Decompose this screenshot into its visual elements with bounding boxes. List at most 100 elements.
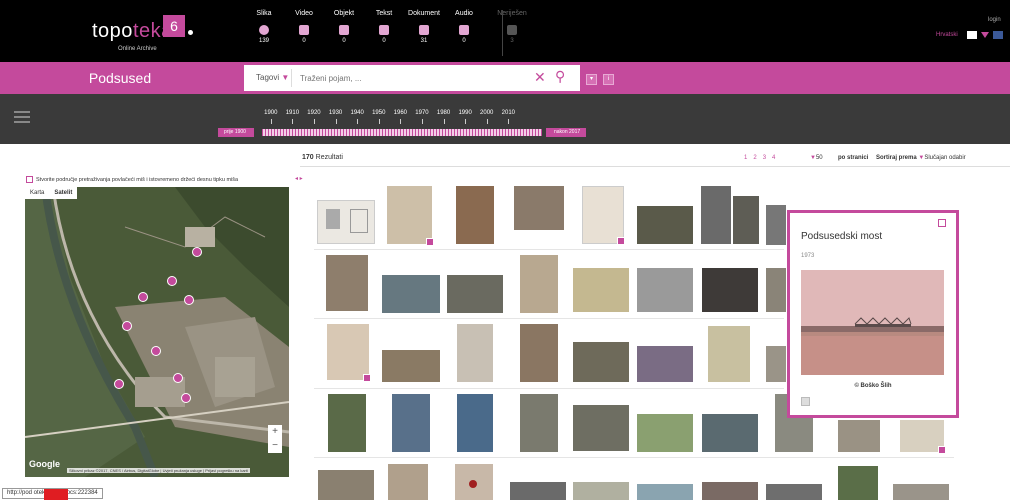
search-icon[interactable]: ⚲ bbox=[555, 68, 565, 85]
language-selector[interactable]: Hrvatski bbox=[936, 32, 958, 38]
result-thumbnail[interactable] bbox=[708, 326, 750, 382]
result-thumbnail[interactable] bbox=[392, 394, 430, 452]
timeline-year[interactable]: 1910 bbox=[282, 110, 304, 124]
preview-popup[interactable]: Podsusedski most 1973 © Boško Šlih bbox=[787, 210, 959, 418]
type-filter-object[interactable]: Objekt 0 bbox=[324, 10, 364, 60]
map-attribution[interactable]: Slikovni prikaz ©2017, CNES / Airbus, Di… bbox=[67, 468, 250, 473]
result-thumbnail[interactable] bbox=[766, 268, 786, 312]
result-thumbnail[interactable] bbox=[766, 484, 822, 500]
sort-dropdown[interactable]: Sortiraj prema ▼Slučajan odabir bbox=[876, 155, 966, 161]
map-marker[interactable] bbox=[167, 276, 177, 286]
result-thumbnail[interactable] bbox=[838, 466, 878, 500]
result-thumbnail[interactable] bbox=[456, 186, 494, 244]
timeline-year[interactable]: 1900 bbox=[260, 110, 282, 124]
timeline-year[interactable]: 1940 bbox=[346, 110, 368, 124]
menu-icon[interactable] bbox=[14, 111, 30, 123]
result-thumbnail[interactable] bbox=[388, 464, 428, 500]
open-link-icon[interactable] bbox=[801, 397, 810, 406]
info-button[interactable]: i bbox=[603, 74, 614, 85]
search-input[interactable] bbox=[300, 71, 520, 85]
timeline-slider[interactable] bbox=[262, 129, 542, 136]
result-thumbnail[interactable] bbox=[328, 394, 366, 452]
timeline-after-button[interactable]: nakon 2017 bbox=[546, 128, 587, 137]
result-thumbnail[interactable] bbox=[520, 324, 558, 382]
timeline-year[interactable]: 1980 bbox=[433, 110, 455, 124]
result-thumbnail[interactable] bbox=[510, 482, 566, 500]
timeline-before-button[interactable]: prije 1900 bbox=[218, 128, 254, 137]
map-marker[interactable] bbox=[151, 346, 161, 356]
logo[interactable]: topoteka bbox=[92, 20, 173, 43]
chevron-down-icon[interactable] bbox=[981, 32, 989, 38]
popup-photo[interactable] bbox=[801, 270, 944, 375]
result-thumbnail[interactable] bbox=[573, 342, 629, 382]
result-thumbnail[interactable] bbox=[573, 268, 629, 312]
zoom-in-button[interactable]: + bbox=[268, 425, 282, 439]
facebook-icon[interactable] bbox=[993, 31, 1003, 39]
map-type-satellite[interactable]: Satelit bbox=[49, 187, 77, 199]
result-thumbnail[interactable] bbox=[326, 255, 368, 311]
view-toggle-button[interactable]: ▾ bbox=[586, 74, 597, 85]
map-marker[interactable] bbox=[114, 379, 124, 389]
result-thumbnail[interactable] bbox=[520, 255, 558, 313]
result-thumbnail[interactable] bbox=[702, 268, 758, 312]
timeline-year[interactable]: 2000 bbox=[476, 110, 498, 124]
result-thumbnail[interactable] bbox=[317, 200, 375, 244]
login-link[interactable]: login bbox=[988, 17, 1001, 23]
result-thumbnail[interactable] bbox=[318, 470, 374, 500]
type-filter-document[interactable]: Dokument 31 bbox=[404, 10, 444, 60]
timeline-year[interactable]: 1990 bbox=[454, 110, 476, 124]
result-thumbnail[interactable] bbox=[893, 484, 949, 500]
result-thumbnail[interactable] bbox=[455, 464, 493, 500]
popup-title[interactable]: Podsusedski most bbox=[801, 231, 882, 242]
result-thumbnail[interactable] bbox=[382, 350, 440, 382]
result-thumbnail[interactable] bbox=[573, 405, 629, 451]
result-thumbnail[interactable] bbox=[582, 186, 625, 245]
collapse-map-icon[interactable]: ◂ ▸ bbox=[295, 175, 303, 182]
tags-dropdown[interactable]: Tagovi ▼ bbox=[256, 73, 289, 82]
result-thumbnail[interactable] bbox=[327, 324, 371, 382]
type-filter-text[interactable]: Tekst 0 bbox=[364, 10, 404, 60]
timeline-year[interactable]: 1970 bbox=[411, 110, 433, 124]
type-filter-video[interactable]: Video 0 bbox=[284, 10, 324, 60]
result-thumbnail[interactable] bbox=[637, 484, 693, 500]
result-thumbnail[interactable] bbox=[457, 324, 493, 382]
map-marker[interactable] bbox=[122, 321, 132, 331]
result-thumbnail[interactable] bbox=[520, 394, 558, 452]
result-thumbnail[interactable] bbox=[387, 186, 434, 246]
mail-icon[interactable] bbox=[967, 31, 977, 39]
map-marker[interactable] bbox=[173, 373, 183, 383]
result-thumbnail[interactable] bbox=[766, 205, 786, 245]
timeline-year[interactable]: 1920 bbox=[303, 110, 325, 124]
clear-icon[interactable]: ✕ bbox=[534, 69, 546, 86]
timeline-year[interactable]: 1950 bbox=[368, 110, 390, 124]
result-thumbnail[interactable] bbox=[382, 275, 440, 313]
map-marker[interactable] bbox=[184, 295, 194, 305]
result-thumbnail[interactable] bbox=[900, 420, 946, 454]
timeline-year[interactable]: 2010 bbox=[498, 110, 520, 124]
per-page-dropdown[interactable]: ▼50 bbox=[810, 155, 823, 161]
result-thumbnail[interactable] bbox=[514, 186, 564, 230]
result-thumbnail[interactable] bbox=[637, 346, 693, 382]
map-marker[interactable] bbox=[192, 247, 202, 257]
result-thumbnail[interactable] bbox=[733, 196, 759, 244]
result-thumbnail[interactable] bbox=[457, 394, 493, 452]
map-type-map[interactable]: Karta bbox=[25, 187, 49, 199]
result-thumbnail[interactable] bbox=[637, 268, 693, 312]
type-filter-photo[interactable]: Slika 139 bbox=[244, 10, 284, 60]
result-thumbnail[interactable] bbox=[573, 482, 629, 500]
type-filter-unresolved[interactable]: Neriješen 3 bbox=[492, 10, 532, 60]
result-thumbnail[interactable] bbox=[766, 346, 786, 382]
result-thumbnail[interactable] bbox=[702, 414, 758, 452]
page-link[interactable]: 2 bbox=[753, 155, 756, 161]
timeline-year[interactable]: 1930 bbox=[325, 110, 347, 124]
result-thumbnail[interactable] bbox=[701, 186, 731, 244]
timeline-year[interactable]: 1960 bbox=[390, 110, 412, 124]
type-filter-audio[interactable]: Audio 0 bbox=[444, 10, 484, 60]
page-link[interactable]: 4 bbox=[772, 155, 775, 161]
result-thumbnail[interactable] bbox=[637, 414, 693, 452]
result-thumbnail[interactable] bbox=[838, 420, 880, 452]
map-marker[interactable] bbox=[138, 292, 148, 302]
map-marker[interactable] bbox=[181, 393, 191, 403]
result-thumbnail[interactable] bbox=[447, 275, 503, 313]
result-thumbnail[interactable] bbox=[702, 482, 758, 500]
